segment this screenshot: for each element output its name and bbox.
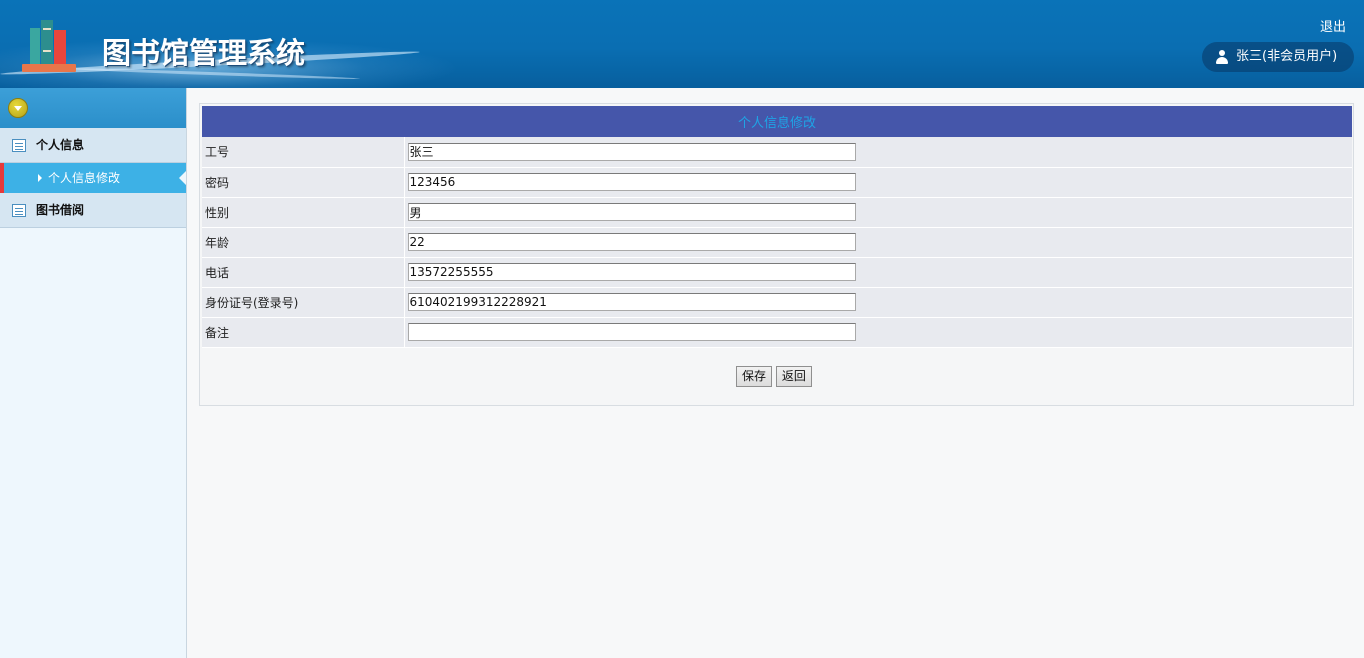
app-title: 图书馆管理系统 bbox=[102, 36, 306, 70]
app-header: 图书馆管理系统 退出 张三(非会员用户) bbox=[0, 0, 1364, 88]
logout-link[interactable]: 退出 bbox=[1320, 16, 1346, 35]
sidebar-toolbar bbox=[0, 88, 186, 128]
sidebar: 个人信息 个人信息修改 图书借阅 bbox=[0, 88, 187, 658]
form-row: 性别 bbox=[202, 197, 1352, 228]
sidebar-group-label: 个人信息 bbox=[36, 138, 85, 152]
sidebar-group-label: 图书借阅 bbox=[36, 203, 85, 217]
books-logo-icon bbox=[22, 18, 76, 74]
form-row: 电话 bbox=[202, 257, 1352, 288]
form-actions: 保存 返回 bbox=[736, 366, 812, 387]
password-label: 密码 bbox=[202, 167, 405, 198]
age-label: 年龄 bbox=[202, 227, 405, 258]
active-indicator bbox=[179, 171, 186, 185]
back-button[interactable]: 返回 bbox=[775, 366, 812, 387]
employee-id-input[interactable] bbox=[407, 142, 856, 161]
form-row: 工号 bbox=[202, 137, 1352, 168]
list-icon bbox=[12, 204, 26, 217]
remarks-label: 备注 bbox=[202, 317, 405, 348]
gender-input[interactable] bbox=[407, 203, 856, 221]
age-input[interactable] bbox=[407, 233, 856, 251]
sidebar-group-personal-info[interactable]: 个人信息 bbox=[0, 128, 186, 163]
user-icon bbox=[1216, 50, 1228, 64]
form-row: 年龄 bbox=[202, 227, 1352, 258]
password-input[interactable] bbox=[407, 173, 856, 191]
id-number-label: 身份证号(登录号) bbox=[202, 287, 405, 318]
sidebar-item-label: 个人信息修改 bbox=[48, 171, 121, 185]
profile-form-table: 个人信息修改 工号 密码 性别 年龄 电话 身份证号(登录号) 备注 bbox=[202, 106, 1352, 348]
current-user-label: 张三(非会员用户) bbox=[1236, 49, 1338, 64]
edit-profile-panel: 个人信息修改 工号 密码 性别 年龄 电话 身份证号(登录号) 备注 bbox=[199, 103, 1354, 406]
id-number-input[interactable] bbox=[407, 293, 856, 311]
current-user-badge[interactable]: 张三(非会员用户) bbox=[1202, 42, 1354, 72]
caret-right-icon bbox=[38, 174, 42, 182]
phone-label: 电话 bbox=[202, 257, 405, 288]
remarks-input[interactable] bbox=[407, 323, 856, 341]
sidebar-item-edit-personal-info[interactable]: 个人信息修改 bbox=[0, 163, 186, 193]
form-title: 个人信息修改 bbox=[202, 106, 1352, 137]
collapse-toggle-icon[interactable] bbox=[8, 98, 28, 118]
form-row: 密码 bbox=[202, 167, 1352, 198]
employee-id-label: 工号 bbox=[202, 137, 405, 168]
phone-input[interactable] bbox=[407, 263, 856, 281]
gender-label: 性别 bbox=[202, 197, 405, 228]
save-button[interactable]: 保存 bbox=[736, 366, 773, 387]
form-row: 备注 bbox=[202, 317, 1352, 348]
list-icon bbox=[12, 139, 26, 152]
sidebar-group-book-borrowing[interactable]: 图书借阅 bbox=[0, 193, 186, 228]
form-row: 身份证号(登录号) bbox=[202, 287, 1352, 318]
